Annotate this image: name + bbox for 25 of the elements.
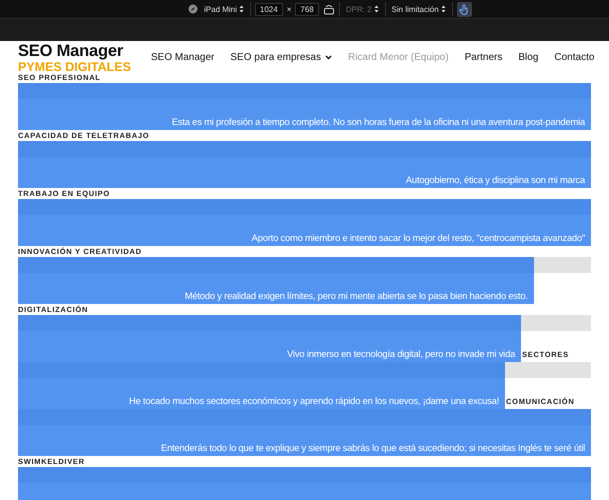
logo-title[interactable]: SEO Manager xyxy=(18,42,131,60)
rotate-icon[interactable] xyxy=(322,4,335,14)
nav-link[interactable]: SEO para empresas xyxy=(222,52,340,62)
select-arrows-icon xyxy=(440,5,446,13)
nav-link[interactable]: Contacto xyxy=(546,52,602,62)
compass-icon[interactable] xyxy=(188,4,198,14)
device-select[interactable]: iPad Mini xyxy=(204,4,237,14)
skill-description: Método y realidad exigen límites, pero mi mente abierta se lo pasa bien haciendo esto. xyxy=(184,290,529,303)
skill-description: Vivo inmerso en tecnología digital, pero no invade mi vida xyxy=(287,348,516,361)
times-sign: × xyxy=(286,4,292,14)
skill-description: Autogobierno, ética y disciplina son mi marca xyxy=(406,174,586,187)
nav-link[interactable]: Blog xyxy=(510,52,546,62)
hand-icon xyxy=(459,4,470,14)
nav-link[interactable]: SEO Manager xyxy=(142,52,222,62)
nav-link[interactable]: Partners xyxy=(456,52,510,62)
skill-description: Entenderás todo lo que te explique y siempre sabrás lo que está sucediendo; si necesitas Inglés te seré útil xyxy=(161,442,586,455)
throttling-select[interactable]: Sin limitación xyxy=(392,4,439,14)
skill-description: He tocado muchos sectores económicos y aprendo rápido en los nuevos, ¡dame una excusa! xyxy=(129,395,500,408)
height-field[interactable]: 768 xyxy=(295,2,319,16)
select-arrows-icon xyxy=(238,5,244,13)
skill-description: Aporto como miembro e intento sacar lo mejor del resto, "centrocampista avanzado" xyxy=(252,232,586,245)
width-field[interactable]: 1024 xyxy=(254,2,283,16)
skill-description: Esta es mi profesión a tiempo completo. No son horas fuera de la oficina ni una aventura post-pandemia xyxy=(172,116,586,129)
touch-button[interactable] xyxy=(456,2,472,16)
select-arrows-icon xyxy=(374,5,379,13)
